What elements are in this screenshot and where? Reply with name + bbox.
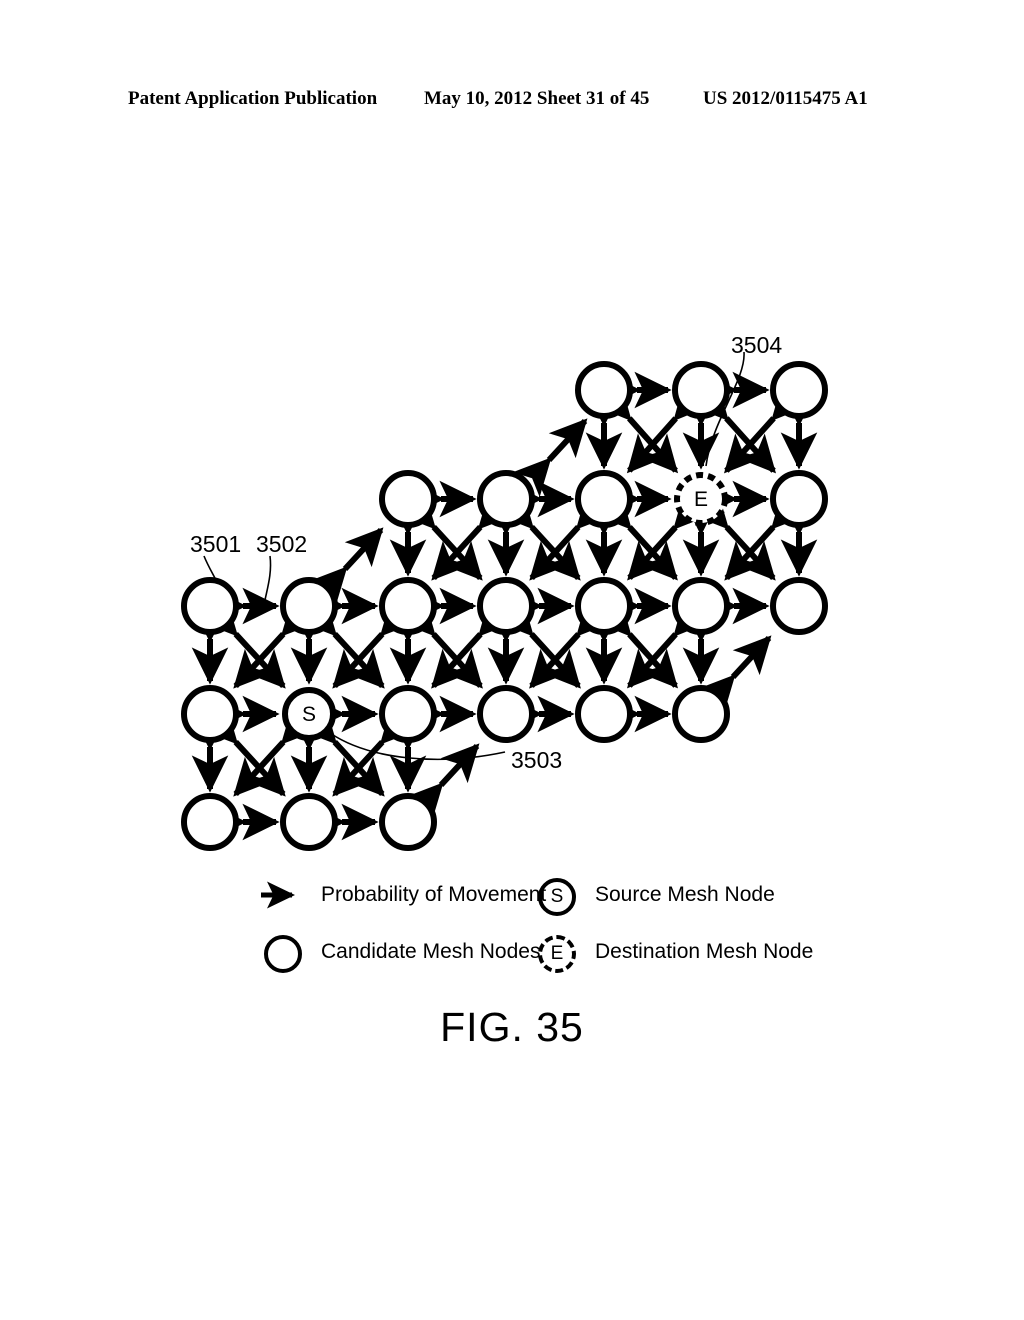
patent-figure-35: ES 3501 3502 3503 3504 Probability of Movem… bbox=[0, 0, 1024, 1320]
candidate-mesh-node bbox=[280, 793, 338, 851]
destination-node-letter: E bbox=[694, 488, 708, 511]
legend-label-candidate-mesh-nodes: Candidate Mesh Nodes bbox=[321, 940, 541, 963]
candidate-mesh-node bbox=[379, 793, 437, 851]
candidate-mesh-node bbox=[477, 577, 535, 635]
legend-label-source-mesh-node: Source Mesh Node bbox=[595, 883, 775, 906]
reference-numeral-3504: 3504 bbox=[731, 332, 783, 358]
candidate-mesh-node bbox=[477, 470, 535, 528]
mesh-network-diagram: ES bbox=[181, 351, 828, 851]
circle-e-dashed-icon: E bbox=[532, 929, 578, 975]
circle-icon bbox=[477, 470, 535, 528]
diagonal-cross-arrows bbox=[593, 381, 712, 474]
candidate-mesh-node bbox=[575, 470, 633, 528]
candidate-mesh-node bbox=[379, 685, 437, 743]
circle-icon bbox=[181, 793, 239, 851]
circle-icon bbox=[672, 685, 730, 743]
probability-of-movement-arrow bbox=[404, 743, 480, 823]
legend-label-probability-of-movement: Probability of Movement bbox=[321, 883, 547, 906]
circle-icon bbox=[575, 577, 633, 635]
candidate-mesh-node bbox=[672, 685, 730, 743]
candidate-mesh-node bbox=[770, 361, 828, 419]
circle-solid-icon bbox=[258, 929, 304, 975]
diagonal-cross-arrows bbox=[199, 596, 320, 689]
circle-icon bbox=[770, 470, 828, 528]
candidate-mesh-node bbox=[379, 577, 437, 635]
diagonal-cross-arrows bbox=[199, 704, 320, 797]
candidate-mesh-node bbox=[280, 577, 338, 635]
circle-icon bbox=[672, 577, 730, 635]
candidate-mesh-node bbox=[575, 361, 633, 419]
circle-icon bbox=[575, 685, 633, 743]
candidate-mesh-node bbox=[770, 470, 828, 528]
candidate-mesh-node bbox=[672, 361, 730, 419]
destination-mesh-node: E bbox=[674, 472, 728, 526]
circle-icon bbox=[770, 577, 828, 635]
diagonal-cross-arrows bbox=[298, 596, 419, 689]
legend-item-destination-mesh-node: E Destination Mesh Node bbox=[532, 929, 813, 975]
circle-icon bbox=[181, 577, 239, 635]
circle-s-icon: S bbox=[532, 872, 578, 918]
diagonal-cross-arrows bbox=[397, 489, 517, 581]
legend-source-letter: S bbox=[550, 886, 564, 907]
candidate-mesh-node bbox=[477, 685, 535, 743]
figure-caption: FIG. 35 bbox=[440, 1004, 584, 1050]
diagonal-cross-arrows bbox=[690, 381, 810, 474]
probability-of-movement-arrow bbox=[696, 635, 772, 715]
legend-item-source-mesh-node: S Source Mesh Node bbox=[532, 872, 775, 918]
circle-icon bbox=[575, 470, 633, 528]
probability-of-movement-arrow bbox=[512, 418, 588, 498]
candidate-mesh-node bbox=[181, 685, 239, 743]
diagonal-cross-arrows bbox=[495, 489, 615, 581]
diagonal-cross-arrows bbox=[593, 597, 712, 689]
circle-icon bbox=[280, 577, 338, 635]
figure-legend: Probability of Movement Candidate Mesh N… bbox=[250, 866, 813, 981]
legend-item-probability-of-movement: Probability of Movement bbox=[258, 872, 546, 918]
diagonal-cross-arrows bbox=[298, 704, 419, 797]
circle-icon bbox=[379, 793, 437, 851]
circle-icon bbox=[477, 685, 535, 743]
circle-icon bbox=[379, 577, 437, 635]
circle-icon bbox=[379, 685, 437, 743]
diagonal-cross-arrows bbox=[593, 490, 712, 581]
circle-icon bbox=[181, 685, 239, 743]
arrow-right-icon bbox=[258, 872, 304, 918]
diagonal-cross-arrows bbox=[495, 596, 615, 689]
diagonal-cross-arrows bbox=[690, 489, 810, 581]
circle-icon bbox=[379, 470, 437, 528]
legend-item-candidate-mesh-nodes: Candidate Mesh Nodes bbox=[258, 929, 540, 975]
source-node-letter: S bbox=[302, 703, 316, 726]
reference-numeral-3502: 3502 bbox=[256, 531, 308, 557]
mesh-nodes-group: ES bbox=[181, 361, 828, 851]
candidate-mesh-node bbox=[575, 685, 633, 743]
candidate-mesh-node bbox=[379, 470, 437, 528]
probability-of-movement-arrow bbox=[308, 527, 384, 607]
candidate-mesh-node bbox=[672, 577, 730, 635]
legend-destination-letter: E bbox=[550, 943, 564, 964]
circle-icon bbox=[672, 361, 730, 419]
leader-3502 bbox=[264, 555, 272, 601]
source-mesh-node: S bbox=[282, 687, 336, 741]
candidate-mesh-node bbox=[181, 793, 239, 851]
candidate-mesh-node bbox=[575, 577, 633, 635]
circle-icon bbox=[770, 361, 828, 419]
legend-label-destination-mesh-node: Destination Mesh Node bbox=[595, 940, 814, 963]
circle-icon bbox=[477, 577, 535, 635]
candidate-mesh-node bbox=[181, 577, 239, 635]
circle-icon bbox=[575, 361, 633, 419]
reference-numeral-3503: 3503 bbox=[511, 747, 563, 773]
diagonal-cross-arrows bbox=[397, 596, 517, 689]
candidate-mesh-node bbox=[770, 577, 828, 635]
reference-numeral-3501: 3501 bbox=[190, 531, 242, 557]
circle-icon bbox=[280, 793, 338, 851]
